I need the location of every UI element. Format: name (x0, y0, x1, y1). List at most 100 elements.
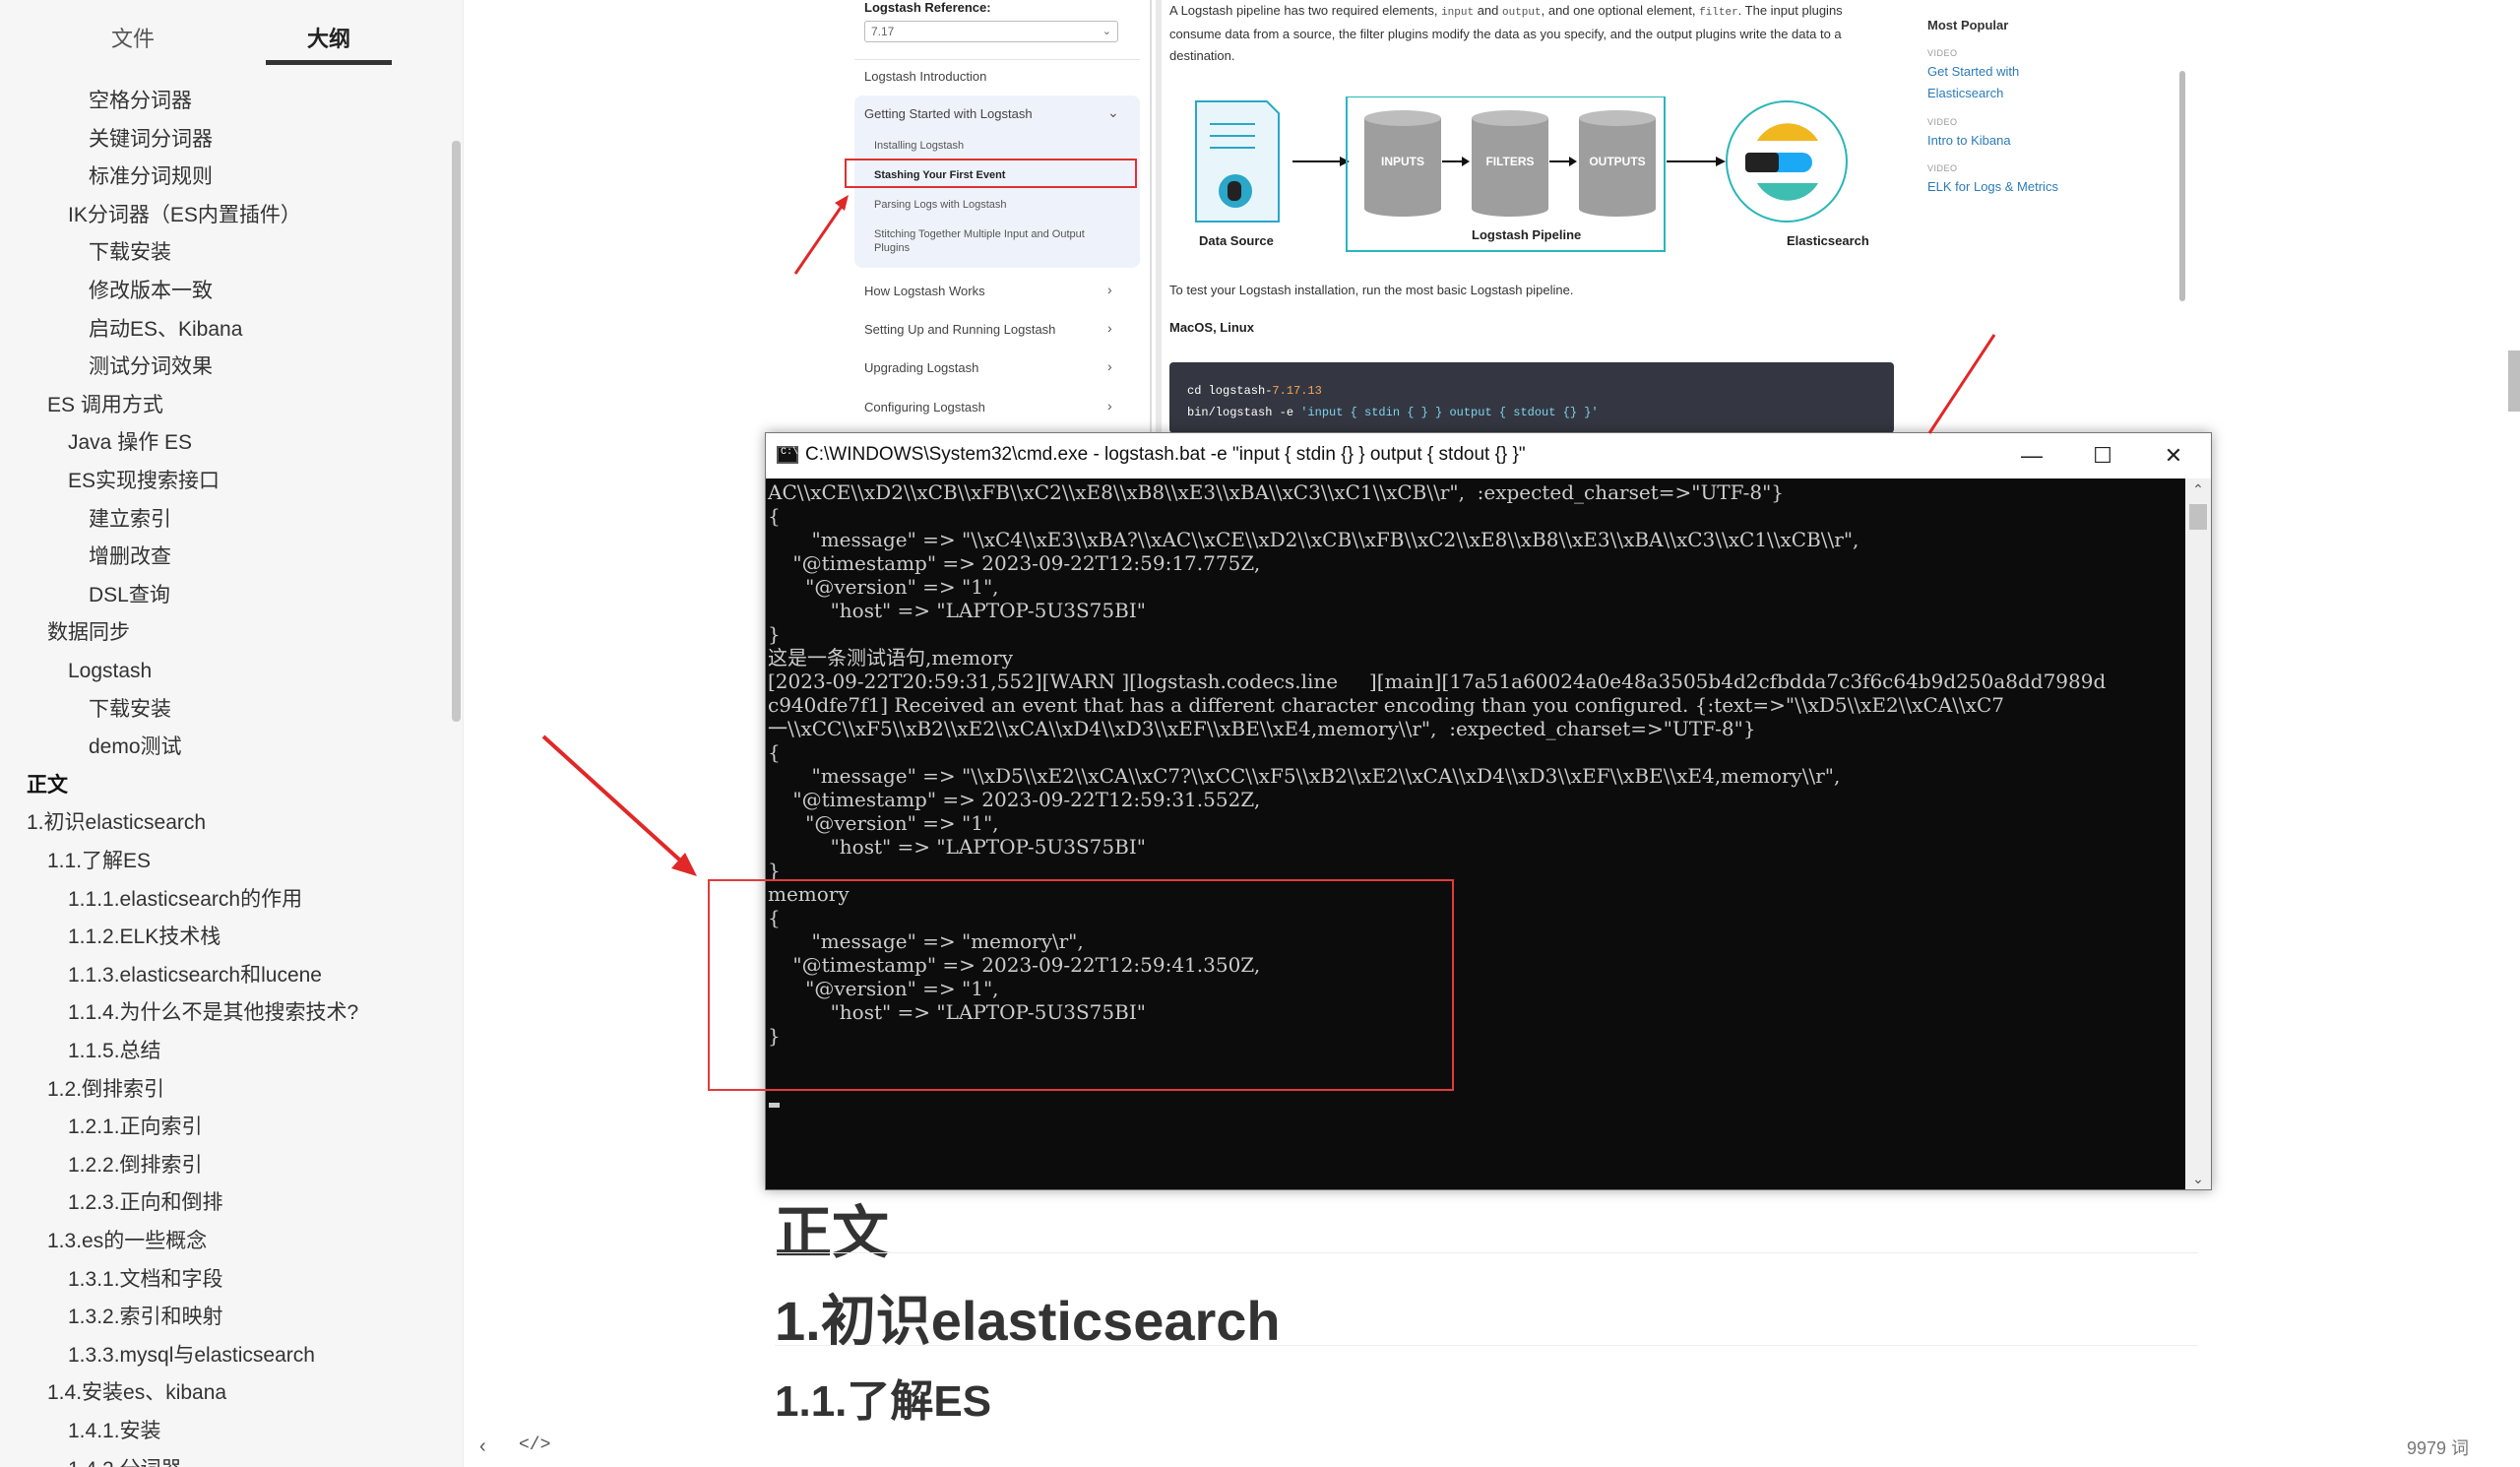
outline-item[interactable]: ES实现搜索接口 (68, 466, 220, 497)
cmd-title: C:\WINDOWS\System32\cmd.exe - logstash.b… (805, 444, 1526, 465)
console-line: "@version" => "1", (768, 811, 999, 835)
console-line: "@timestamp" => 2023-09-22T12:59:17.775Z… (768, 551, 1261, 575)
nav-installing[interactable]: Installing Logstash (874, 139, 1101, 153)
nav-how-works[interactable]: How Logstash Works (864, 284, 985, 298)
outline-item[interactable]: Java 操作 ES (68, 427, 192, 459)
intro-text-a: A Logstash pipeline has two required ele… (1169, 3, 1442, 18)
outline-item[interactable]: 增删改查 (89, 542, 171, 573)
outline-item[interactable]: IK分词器（ES内置插件） (68, 200, 301, 231)
outline-item[interactable]: 1.3.2.索引和映射 (68, 1302, 223, 1333)
outline-item[interactable]: 1.4.安装es、kibana (47, 1377, 226, 1409)
console-cursor (769, 1103, 780, 1108)
outline-item[interactable]: 数据同步 (47, 617, 130, 649)
link-elk-logs[interactable]: ELK for Logs & Metrics (1927, 176, 2075, 198)
source-code-icon[interactable]: </> (519, 1435, 550, 1455)
outline-item[interactable]: 1.1.3.elasticsearch和lucene (68, 960, 322, 991)
nav-logstash-intro[interactable]: Logstash Introduction (864, 69, 986, 84)
code-string: 'input { stdin { } } output { stdout {} … (1300, 406, 1599, 419)
outline-item[interactable]: 标准分词规则 (89, 161, 213, 193)
outline-item[interactable]: 1.2.3.正向和倒排 (68, 1187, 223, 1219)
nav-stitching[interactable]: Stitching Together Multiple Input and Ou… (874, 227, 1101, 255)
console-line: AC\\xCE\\xD2\\xCB\\xFB\\xC2\\xE8\\xB8\\x… (768, 480, 1785, 504)
chevron-down-icon: ⌄ (1102, 26, 1111, 37)
maximize-icon[interactable]: ☐ (2068, 433, 2137, 478)
outline-item[interactable]: 1.1.2.ELK技术栈 (68, 922, 220, 953)
most-popular-title: Most Popular (1927, 18, 2009, 32)
outline-item[interactable]: DSL查询 (89, 580, 170, 611)
word-count: 9979 词 (2407, 1438, 2470, 1458)
link-intro-kibana[interactable]: Intro to Kibana (1927, 130, 2075, 152)
console-line: "@version" => "1", (768, 575, 999, 599)
console-line: } (768, 622, 781, 646)
outline-item[interactable]: 启动ES、Kibana (89, 314, 242, 346)
heading-divider (775, 1252, 2198, 1253)
back-icon[interactable]: ‹ (479, 1435, 486, 1458)
outline-item[interactable]: 1.2.1.正向索引 (68, 1112, 203, 1143)
cmd-scroll-thumb[interactable] (2189, 504, 2207, 530)
minimize-icon[interactable]: — (1997, 433, 2066, 478)
doc-scrollbar (2179, 71, 2185, 301)
chevron-right-icon: › (1107, 320, 1112, 336)
outline-item[interactable]: 1.初识elasticsearch (27, 807, 206, 839)
outline-item[interactable]: 1.1.了解ES (47, 846, 151, 877)
cmd-titlebar[interactable]: C:\ C:\WINDOWS\System32\cmd.exe - logsta… (766, 433, 2211, 478)
editor-scrollbar-thumb[interactable] (2508, 351, 2520, 412)
outline-item[interactable]: 关键词分词器 (89, 124, 213, 156)
active-tab-indicator (266, 60, 392, 65)
nav-upgrading[interactable]: Upgrading Logstash (864, 360, 978, 375)
console-line: "@timestamp" => 2023-09-22T12:59:31.552Z… (768, 788, 1261, 811)
sidebar-scrollbar[interactable] (452, 141, 461, 722)
link-get-started[interactable]: Get Started with Elasticsearch (1927, 61, 2075, 104)
outline-item[interactable]: 1.2.2.倒排索引 (68, 1150, 203, 1181)
outline-item[interactable]: 下载安装 (89, 237, 171, 269)
outline-item[interactable]: Logstash (68, 656, 152, 687)
outline-item[interactable]: ES 调用方式 (47, 390, 163, 421)
outline-item[interactable]: 1.1.4.为什么不是其他搜索技术? (68, 997, 358, 1029)
outline-item[interactable]: 正文 (27, 770, 68, 801)
chevron-up-icon[interactable]: ⌃ (2185, 478, 2211, 500)
tab-outline[interactable]: 大纲 (307, 22, 350, 53)
logstash-doc-image: Logstash Reference: 7.17 ⌄ Logstash Intro… (845, 0, 2193, 433)
os-label: MacOS, Linux (1169, 320, 1254, 335)
divider (1150, 0, 1152, 433)
nav-configuring[interactable]: Configuring Logstash (864, 400, 985, 415)
code-output: output (1502, 7, 1542, 19)
outline-item[interactable]: 下载安装 (89, 694, 171, 726)
outline-item[interactable]: 1.4.2.分词器 (68, 1454, 182, 1467)
logstash-pipeline-label: Logstash Pipeline (1472, 227, 1582, 242)
elasticsearch-logo-icon (1726, 100, 1848, 223)
outline-item[interactable]: demo测试 (89, 732, 182, 763)
intro-text-b: , and one optional element, (1541, 3, 1700, 18)
outline-item[interactable]: 修改版本一致 (89, 276, 213, 307)
tab-files[interactable]: 文件 (111, 22, 155, 53)
reference-label: Logstash Reference: (864, 0, 991, 15)
version-select[interactable]: 7.17 ⌄ (864, 21, 1118, 42)
inputs-label: INPUTS (1381, 155, 1424, 168)
outputs-label: OUTPUTS (1589, 155, 1645, 168)
outline-item[interactable]: 1.1.1.elasticsearch的作用 (68, 884, 302, 916)
outline-item[interactable]: 1.3.3.mysql与elasticsearch (68, 1340, 315, 1371)
video-tag: VIDEO (1927, 163, 1958, 173)
outline-item[interactable]: 1.4.1.安装 (68, 1416, 161, 1447)
close-icon[interactable]: ✕ (2139, 433, 2208, 478)
outline-item[interactable]: 1.1.5.总结 (68, 1036, 161, 1067)
chevron-right-icon: › (1107, 358, 1112, 374)
console-line: "message" => "\\xD5\\xE2\\xCA\\xC7?\\xCC… (768, 764, 1841, 788)
chevron-down-icon[interactable]: ⌄ (2185, 1168, 2211, 1189)
outline-item[interactable]: 空格分词器 (89, 86, 192, 117)
pipeline-diagram: INPUTS FILTERS OUTPUTS Data Source Logst… (1184, 96, 1922, 259)
outline-sidebar: 文件 大纲 空格分词器关键词分词器 标准分词规则 IK分词器（ES内置插件） 下载安装… (0, 0, 464, 1467)
outline-item[interactable]: 测试分词效果 (89, 351, 213, 383)
nav-setting-up[interactable]: Setting Up and Running Logstash (864, 322, 1055, 337)
nav-parsing[interactable]: Parsing Logs with Logstash (874, 198, 1101, 212)
nav-getting-started[interactable]: Getting Started with Logstash (864, 106, 1033, 121)
outline-item[interactable]: 1.3.1.文档和字段 (68, 1264, 223, 1296)
outline-item[interactable]: 1.2.倒排索引 (47, 1074, 164, 1106)
console-line: 这是一条测试语句,memory (768, 646, 1014, 670)
outline-item[interactable]: 1.3.es的一些概念 (47, 1226, 207, 1257)
outline-item[interactable]: 建立索引 (89, 504, 171, 536)
code-line-1: cd logstash-7.17.13 (1187, 384, 1322, 398)
cmd-scrollbar[interactable]: ⌃ ⌄ (2185, 478, 2211, 1189)
cmd-icon: C:\ (777, 446, 798, 464)
code-input: input (1441, 7, 1475, 19)
